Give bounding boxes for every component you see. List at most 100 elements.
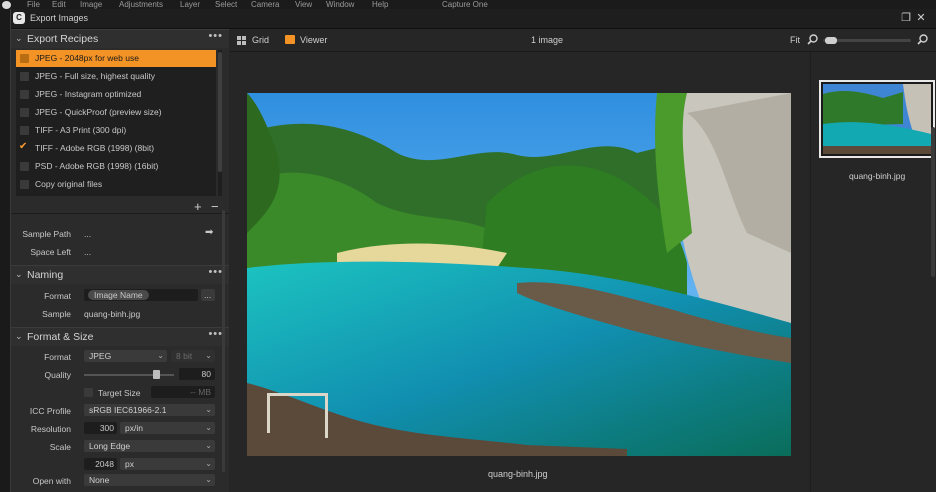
menu-layer[interactable]: Layer	[180, 0, 200, 9]
menu-file[interactable]: File	[27, 0, 40, 9]
arrow-right-icon[interactable]: ➡	[205, 227, 213, 238]
viewer-button[interactable]: Viewer	[300, 35, 327, 45]
close-icon[interactable]: ✕	[915, 12, 927, 24]
recipe-item[interactable]: JPEG - Full size, highest quality	[16, 68, 216, 85]
remove-recipe-button[interactable]: −	[211, 199, 219, 214]
quality-slider-track[interactable]	[84, 374, 174, 376]
more-options-icon[interactable]: •••	[208, 30, 223, 42]
grid-icon[interactable]	[237, 36, 247, 45]
menu-image[interactable]: Image	[80, 0, 102, 9]
icc-profile-value: sRGB IEC61966-2.1	[89, 405, 167, 415]
scale-amount-input[interactable]: 2048	[84, 458, 117, 470]
quality-input[interactable]: 80	[179, 368, 215, 380]
icc-profile-label: ICC Profile	[29, 406, 71, 416]
restore-icon[interactable]: ❐	[900, 12, 912, 24]
recipe-checkbox[interactable]	[20, 162, 29, 171]
recipe-checkbox[interactable]	[20, 126, 29, 135]
zoom-slider-track[interactable]	[823, 37, 911, 44]
recipe-label: TIFF - Adobe RGB (1998) (8bit)	[35, 143, 155, 153]
format-dropdown[interactable]: JPEG ⌄	[84, 350, 167, 362]
scale-value: Long Edge	[89, 441, 131, 451]
menu-select[interactable]: Select	[215, 0, 237, 9]
recipe-item[interactable]: Copy original files	[16, 176, 216, 193]
browser-scrollbar[interactable]	[931, 127, 935, 277]
open-with-label: Open with	[32, 476, 71, 486]
target-size-label: Target Size	[98, 388, 141, 398]
recipe-checkbox[interactable]	[20, 108, 29, 117]
naming-format-more-button[interactable]: ...	[201, 289, 215, 301]
image-viewer: quang-binh.jpg	[230, 52, 810, 492]
chevron-down-icon: ⌄	[15, 33, 23, 43]
chevron-down-icon: ⌄	[205, 475, 212, 484]
format-dropdown-value: JPEG	[89, 351, 112, 361]
thumbnail-item[interactable]	[819, 80, 935, 158]
app-logo-icon	[2, 1, 11, 9]
resolution-unit-dropdown[interactable]: px/in ⌄	[120, 422, 215, 434]
export-settings-panel: ⌄ Export Recipes ••• JPEG - 2048px for w…	[11, 29, 229, 492]
format-size-title: Format & Size	[27, 331, 94, 343]
recipe-checkbox[interactable]	[20, 72, 29, 81]
bit-depth-dropdown[interactable]: 8 bit ⌄	[171, 350, 215, 362]
target-size-checkbox[interactable]	[84, 388, 93, 397]
recipe-item[interactable]: ✔ TIFF - Adobe RGB (1998) (8bit)	[16, 140, 216, 157]
target-size-input[interactable]: -- MB	[151, 386, 215, 398]
recipe-list-scrollbar[interactable]	[218, 50, 222, 196]
settings-panel-scrollbar[interactable]	[222, 210, 225, 472]
naming-format-field[interactable]: Image Name	[84, 289, 198, 301]
open-with-dropdown[interactable]: None ⌄	[84, 474, 215, 486]
sample-path-value: ...	[84, 229, 92, 239]
resolution-unit-value: px/in	[125, 423, 143, 433]
resolution-input[interactable]: 300	[84, 422, 117, 434]
window-titlebar: C Export Images ❐ ✕	[11, 9, 936, 29]
quality-slider-handle[interactable]	[153, 370, 160, 379]
scale-unit-value: px	[125, 459, 134, 469]
add-recipe-button[interactable]: +	[194, 199, 202, 214]
recipe-label: TIFF - A3 Print (300 dpi)	[35, 125, 127, 135]
menu-window[interactable]: Window	[326, 0, 354, 9]
recipe-label: JPEG - Instagram optimized	[35, 89, 142, 99]
checkmark-icon[interactable]: ✔	[19, 141, 27, 152]
recipe-item[interactable]: PSD - Adobe RGB (1998) (16bit)	[16, 158, 216, 175]
naming-header[interactable]: ⌄ Naming •••	[11, 265, 229, 284]
menu-camera[interactable]: Camera	[251, 0, 279, 9]
menu-adjustments[interactable]: Adjustments	[119, 0, 163, 9]
image-count: 1 image	[531, 35, 564, 45]
fit-button[interactable]: Fit	[790, 35, 800, 45]
zoom-out-icon[interactable]	[807, 34, 818, 45]
space-left-label: Space Left	[30, 247, 71, 257]
recipe-checkbox[interactable]	[20, 54, 29, 63]
quality-label: Quality	[44, 370, 71, 380]
more-options-icon[interactable]: •••	[208, 266, 223, 278]
grid-button[interactable]: Grid	[252, 35, 269, 45]
preview-image[interactable]	[247, 93, 791, 456]
icc-profile-dropdown[interactable]: sRGB IEC61966-2.1 ⌄	[84, 404, 215, 416]
menu-view[interactable]: View	[295, 0, 312, 9]
viewer-icon[interactable]	[285, 35, 295, 44]
scale-dropdown[interactable]: Long Edge ⌄	[84, 440, 215, 452]
recipe-checkbox[interactable]	[20, 180, 29, 189]
capture-one-logo-icon: C	[13, 12, 25, 24]
recipe-item[interactable]: JPEG - QuickProof (preview size)	[16, 104, 216, 121]
thumbnail-caption: quang-binh.jpg	[849, 171, 906, 181]
export-recipes-header[interactable]: ⌄ Export Recipes •••	[11, 29, 229, 48]
format-size-header[interactable]: ⌄ Format & Size •••	[11, 327, 229, 346]
app-title: Capture One	[442, 0, 488, 9]
zoom-slider-handle[interactable]	[825, 37, 837, 44]
menu-help[interactable]: Help	[372, 0, 388, 9]
location-divider	[11, 213, 229, 222]
window-title: Export Images	[30, 13, 89, 23]
recipe-item[interactable]: TIFF - A3 Print (300 dpi)	[16, 122, 216, 139]
target-size-unit: MB	[198, 387, 211, 397]
recipe-item[interactable]: JPEG - 2048px for web use	[16, 50, 216, 67]
image-name-token[interactable]: Image Name	[88, 290, 149, 300]
recipe-item[interactable]: JPEG - Instagram optimized	[16, 86, 216, 103]
chevron-down-icon: ⌄	[15, 269, 23, 279]
zoom-in-icon[interactable]	[917, 34, 928, 45]
chevron-down-icon: ⌄	[205, 441, 212, 450]
recipe-label: JPEG - Full size, highest quality	[35, 71, 155, 81]
menu-edit[interactable]: Edit	[52, 0, 66, 9]
format-label: Format	[44, 352, 71, 362]
recipe-checkbox[interactable]	[20, 90, 29, 99]
more-options-icon[interactable]: •••	[208, 328, 223, 340]
scale-unit-dropdown[interactable]: px ⌄	[120, 458, 215, 470]
